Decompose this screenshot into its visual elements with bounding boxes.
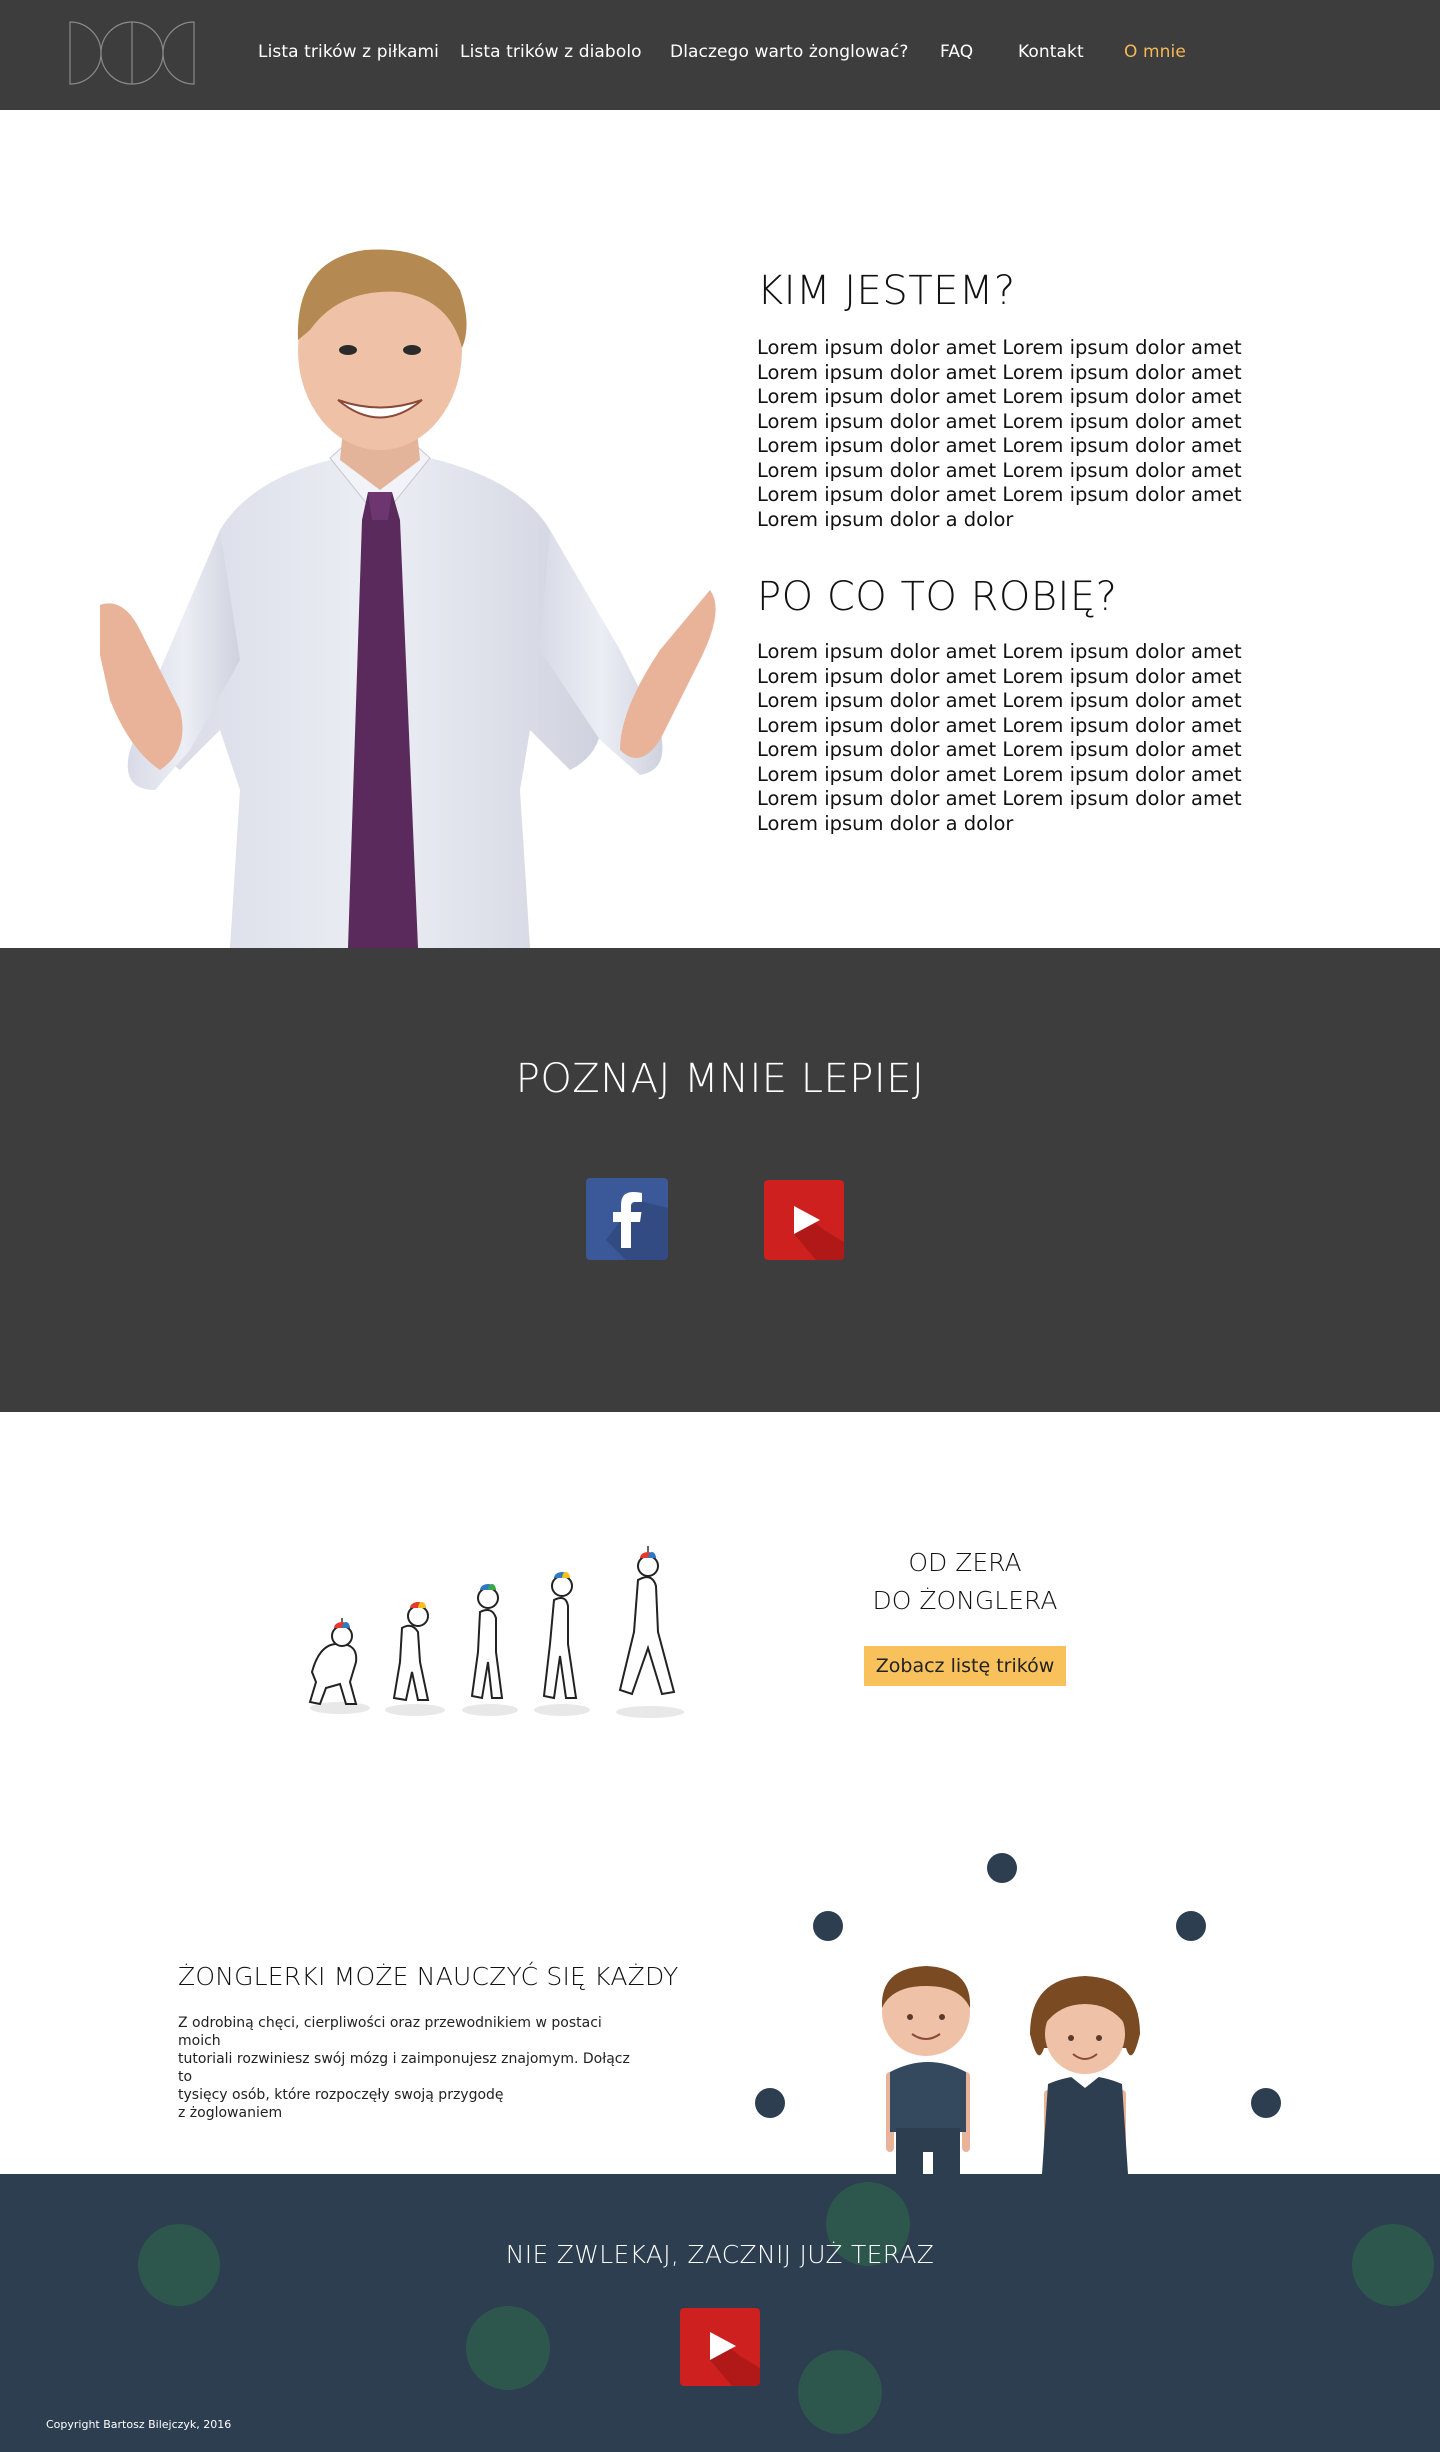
who-am-i-text: Lorem ipsum dolor amet Lorem ipsum dolor…	[757, 336, 1242, 531]
everyone-heading: ŻONGLERKI MOŻE NAUCZYĆ SIĘ KAŻDY	[178, 1962, 679, 1991]
footer-section: NIE ZWLEKAJ, ZACZNIJ JUŻ TERAZ Copyright…	[0, 2174, 1440, 2452]
person-photo	[100, 249, 716, 948]
nav-item-contact[interactable]: Kontakt	[1018, 42, 1084, 62]
everyone-text-line2: tutoriali rozwiniesz swój mózg i zaimpon…	[178, 2051, 630, 2085]
about-section: KIM JESTEM? Lorem ipsum dolor amet Lorem…	[0, 110, 1440, 948]
nav-item-balls[interactable]: Lista trików z piłkami	[258, 42, 439, 62]
nav-item-diabolo[interactable]: Lista trików z diabolo	[460, 42, 642, 62]
who-am-i-heading: KIM JESTEM?	[757, 268, 1016, 314]
everyone-text-line3: tysięcy osób, które rozpoczęły swoją prz…	[178, 2087, 504, 2103]
facebook-icon[interactable]	[586, 1178, 668, 1260]
get-to-know-heading: POZNAJ MNIE LEPIEJ	[515, 1056, 925, 1102]
everyone-text: Z odrobiną chęci, cierpliwości oraz prze…	[178, 2014, 648, 2122]
why-text: Lorem ipsum dolor amet Lorem ipsum dolor…	[757, 640, 1242, 835]
view-tricks-button[interactable]: Zobacz listę trików	[864, 1646, 1066, 1686]
youtube-icon[interactable]	[764, 1180, 844, 1260]
decor-bubble	[466, 2306, 550, 2390]
kids-juggling-illustration	[755, 1853, 1281, 2174]
nav-item-about-me[interactable]: O mnie	[1124, 42, 1186, 62]
nav-item-faq[interactable]: FAQ	[940, 42, 973, 62]
evolution-illustration	[308, 1546, 684, 1718]
nav-item-why-juggle[interactable]: Dlaczego warto żonglować?	[670, 42, 909, 62]
youtube-icon[interactable]	[680, 2308, 760, 2386]
everyone-can-learn-section: ŻONGLERKI MOŻE NAUCZYĆ SIĘ KAŻDY Z odrob…	[0, 1772, 1440, 2174]
zero-title-line1: OD ZERA	[908, 1548, 1022, 1577]
copyright-text: Copyright Bartosz Bilejczyk, 2016	[46, 2418, 232, 2431]
top-navigation: Lista trików z piłkami Lista trików z di…	[0, 0, 1440, 110]
zero-title-line2: DO ŻONGLERA	[872, 1586, 1058, 1615]
get-to-know-section: POZNAJ MNIE LEPIEJ	[0, 948, 1440, 1412]
decor-bubble	[798, 2350, 882, 2434]
logo-icon[interactable]	[68, 20, 196, 86]
why-heading: PO CO TO ROBIĘ?	[757, 574, 1118, 620]
start-now-heading: NIE ZWLEKAJ, ZACZNIJ JUŻ TERAZ	[505, 2240, 935, 2269]
zero-to-juggler-section: OD ZERA DO ŻONGLERA Zobacz listę trików	[0, 1412, 1440, 1772]
everyone-text-line1: Z odrobiną chęci, cierpliwości oraz prze…	[178, 2015, 602, 2049]
everyone-text-line4: z żoglowaniem	[178, 2105, 283, 2121]
